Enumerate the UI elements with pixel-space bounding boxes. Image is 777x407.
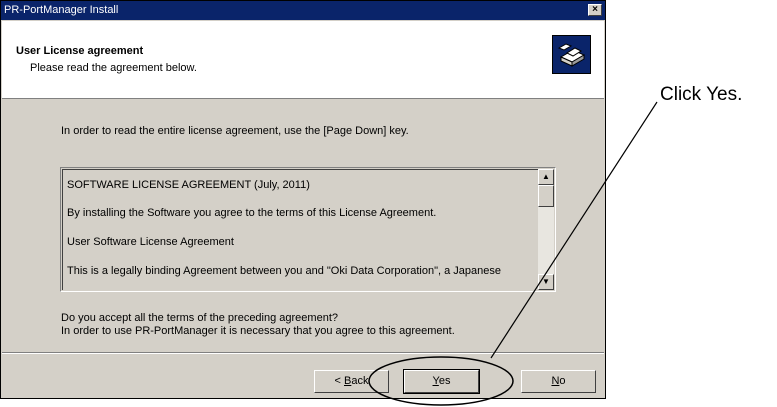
- setup-computer-icon: [552, 35, 591, 74]
- scroll-down-button[interactable]: ▼: [538, 274, 554, 290]
- callout-text: Click Yes.: [660, 84, 743, 105]
- header-title: User License agreement: [16, 45, 144, 57]
- title-bar: PR-PortManager Install ×: [1, 1, 605, 20]
- yes-rest: es: [438, 375, 451, 387]
- window-title: PR-PortManager Install: [4, 4, 119, 16]
- no-button[interactable]: No: [521, 370, 596, 393]
- back-rest: ack: [351, 375, 369, 387]
- no-rest: o: [559, 375, 566, 387]
- license-line: SOFTWARE LICENSE AGREEMENT (July, 2011): [67, 179, 310, 191]
- back-prefix: <: [334, 375, 344, 387]
- button-separator: [2, 352, 604, 354]
- accept-question: Do you accept all the terms of the prece…: [61, 312, 338, 324]
- license-text-area[interactable]: SOFTWARE LICENSE AGREEMENT (July, 2011) …: [62, 169, 538, 290]
- header-subtitle: Please read the agreement below.: [30, 62, 197, 74]
- close-button[interactable]: ×: [588, 4, 602, 16]
- license-line: By installing the Software you agree to …: [67, 207, 437, 219]
- scroll-thumb[interactable]: [538, 185, 554, 207]
- vertical-scrollbar[interactable]: ▲ ▼: [538, 169, 554, 290]
- license-textbox[interactable]: SOFTWARE LICENSE AGREEMENT (July, 2011) …: [60, 167, 556, 292]
- scroll-up-button[interactable]: ▲: [538, 169, 554, 185]
- instruction-text: In order to read the entire license agre…: [61, 125, 409, 137]
- license-line: This is a legally binding Agreement betw…: [67, 265, 502, 277]
- dialog-header: User License agreement Please read the a…: [2, 21, 604, 99]
- yes-button[interactable]: Yes: [403, 369, 480, 394]
- install-dialog: PR-PortManager Install × User License ag…: [0, 0, 606, 399]
- back-button[interactable]: < Back: [314, 370, 389, 393]
- accept-requirement: In order to use PR-PortManager it is nec…: [61, 325, 455, 337]
- license-line: User Software License Agreement: [67, 236, 234, 248]
